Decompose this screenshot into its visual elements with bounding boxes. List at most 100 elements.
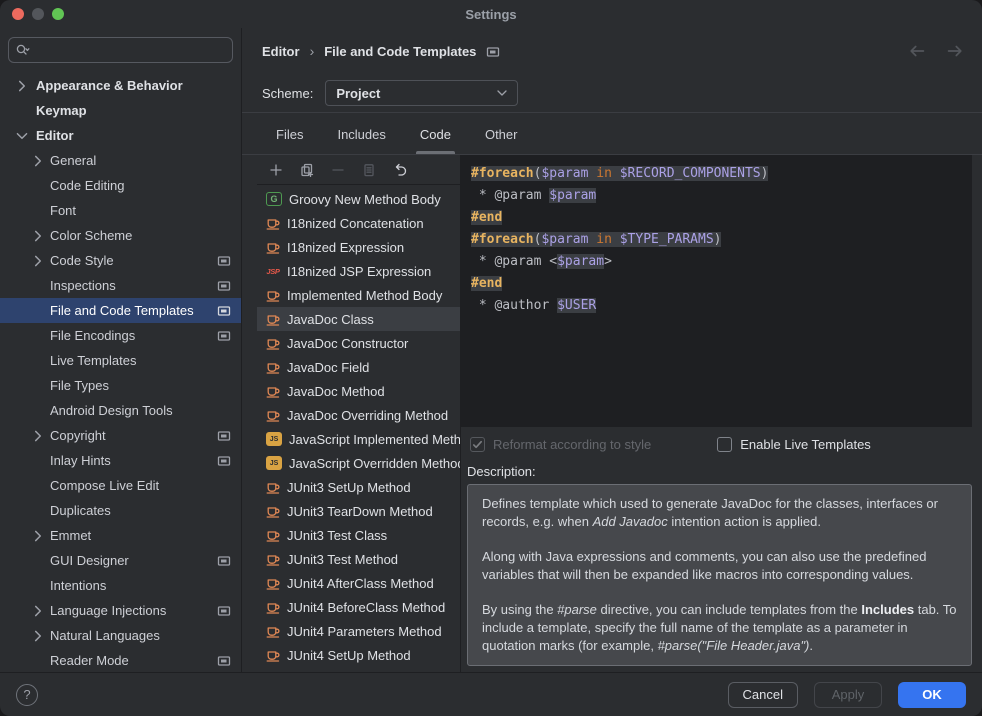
cancel-button[interactable]: Cancel xyxy=(728,682,798,708)
template-item-junit3-teardown-method[interactable]: JUnit3 TearDown Method xyxy=(257,499,460,523)
tab-includes[interactable]: Includes xyxy=(325,127,397,154)
chevron-right-icon[interactable] xyxy=(30,428,46,444)
sidebar-item-inspections[interactable]: Inspections xyxy=(0,273,241,298)
enable-live-templates-label: Enable Live Templates xyxy=(740,437,871,452)
sidebar-item-label: Compose Live Edit xyxy=(50,478,159,493)
sidebar-item-font[interactable]: Font xyxy=(0,198,241,223)
sidebar-item-label: Copyright xyxy=(50,428,106,443)
remove-template-button[interactable] xyxy=(331,163,345,177)
settings-sidebar: Appearance & Behavior KeymapEditorGeneral… xyxy=(0,28,242,672)
sidebar-item-live-templates[interactable]: Live Templates xyxy=(0,348,241,373)
search-input[interactable] xyxy=(32,43,226,58)
template-item-junit4-beforeclass-method[interactable]: JUnit4 BeforeClass Method xyxy=(257,595,460,619)
add-template-button[interactable] xyxy=(269,163,283,177)
template-item-javadoc-method[interactable]: JavaDoc Method xyxy=(257,379,460,403)
chevron-right-icon[interactable] xyxy=(30,253,46,269)
chevron-right-icon[interactable] xyxy=(30,628,46,644)
chevron-right-icon[interactable] xyxy=(14,78,30,94)
tab-code[interactable]: Code xyxy=(408,127,463,154)
sidebar-item-natural-languages[interactable]: Natural Languages xyxy=(0,623,241,648)
minimize-button[interactable] xyxy=(32,8,44,20)
back-button[interactable] xyxy=(908,42,926,60)
template-editor[interactable]: #foreach($param in $RECORD_COMPONENTS) *… xyxy=(461,155,972,427)
tab-other[interactable]: Other xyxy=(473,127,530,154)
sidebar-item-label: Appearance & Behavior xyxy=(36,78,183,93)
javascript-icon: JS xyxy=(266,432,282,446)
sidebar-item-reader-mode[interactable]: Reader Mode xyxy=(0,648,241,672)
sidebar-item-file-and-code-templates[interactable]: File and Code Templates xyxy=(0,298,241,323)
template-item-implemented-method-body[interactable]: Implemented Method Body xyxy=(257,283,460,307)
sidebar-item-file-encodings[interactable]: File Encodings xyxy=(0,323,241,348)
sidebar-item-file-types[interactable]: File Types xyxy=(0,373,241,398)
template-item-javadoc-field[interactable]: JavaDoc Field xyxy=(257,355,460,379)
sidebar-item-language-injections[interactable]: Language Injections xyxy=(0,598,241,623)
ok-button[interactable]: OK xyxy=(898,682,966,708)
sidebar-item-color-scheme[interactable]: Color Scheme xyxy=(0,223,241,248)
template-item-junit4-setup-method[interactable]: JUnit4 SetUp Method xyxy=(257,643,460,667)
template-item-label: JUnit3 Test Method xyxy=(287,552,398,567)
sidebar-item-copyright[interactable]: Copyright xyxy=(0,423,241,448)
template-item-junit3-test-method[interactable]: JUnit3 Test Method xyxy=(257,547,460,571)
enable-live-templates-checkbox[interactable]: Enable Live Templates xyxy=(717,437,871,452)
sidebar-item-general[interactable]: General xyxy=(0,148,241,173)
sidebar-item-appearance-behavior[interactable]: Appearance & Behavior xyxy=(0,73,241,98)
javascript-icon: JS xyxy=(266,456,282,470)
screen-icon xyxy=(217,604,231,618)
sidebar-item-android-design-tools[interactable]: Android Design Tools xyxy=(0,398,241,423)
sidebar-item-editor[interactable]: Editor xyxy=(0,123,241,148)
template-item-label: JUnit3 Test Class xyxy=(287,528,387,543)
scheme-select[interactable]: Project xyxy=(325,80,518,106)
template-item-javadoc-constructor[interactable]: JavaDoc Constructor xyxy=(257,331,460,355)
chevron-down-icon[interactable] xyxy=(14,128,30,144)
sidebar-item-code-editing[interactable]: Code Editing xyxy=(0,173,241,198)
template-item-javadoc-class[interactable]: JavaDoc Class xyxy=(257,307,460,331)
screen-icon xyxy=(217,329,231,343)
description-paragraph: Along with Java expressions and comments… xyxy=(482,548,957,584)
template-item-i18nized-jsp-expression[interactable]: JSPI18nized JSP Expression xyxy=(257,259,460,283)
sidebar-item-keymap[interactable]: Keymap xyxy=(0,98,241,123)
sidebar-item-inlay-hints[interactable]: Inlay Hints xyxy=(0,448,241,473)
chevron-right-icon[interactable] xyxy=(30,228,46,244)
forward-button[interactable] xyxy=(946,42,964,60)
copy-template-button[interactable] xyxy=(362,163,376,177)
chevron-right-icon[interactable] xyxy=(30,153,46,169)
java-class-icon xyxy=(265,311,281,327)
template-item-junit3-setup-method[interactable]: JUnit3 SetUp Method xyxy=(257,475,460,499)
reset-template-button[interactable] xyxy=(393,163,407,177)
chevron-right-icon[interactable] xyxy=(30,603,46,619)
sidebar-item-label: Inlay Hints xyxy=(50,453,111,468)
breadcrumb-editor[interactable]: Editor xyxy=(262,44,300,59)
tab-files[interactable]: Files xyxy=(264,127,315,154)
sidebar-item-gui-designer[interactable]: GUI Designer xyxy=(0,548,241,573)
settings-tree: Appearance & Behavior KeymapEditorGeneral… xyxy=(0,69,241,672)
apply-button[interactable]: Apply xyxy=(814,682,882,708)
screen-icon xyxy=(217,279,231,293)
close-button[interactable] xyxy=(12,8,24,20)
sidebar-item-label: Font xyxy=(50,203,76,218)
help-button[interactable]: ? xyxy=(16,684,38,706)
template-item-groovy-new-method-body[interactable]: GGroovy New Method Body xyxy=(257,187,460,211)
settings-search[interactable] xyxy=(8,37,233,63)
template-item-javadoc-overriding-method[interactable]: JavaDoc Overriding Method xyxy=(257,403,460,427)
zoom-button[interactable] xyxy=(52,8,64,20)
template-item-label: Implemented Method Body xyxy=(287,288,442,303)
chevron-right-icon[interactable] xyxy=(30,528,46,544)
template-item-junit4-parameters-method[interactable]: JUnit4 Parameters Method xyxy=(257,619,460,643)
sidebar-item-emmet[interactable]: Emmet xyxy=(0,523,241,548)
sidebar-item-intentions[interactable]: Intentions xyxy=(0,573,241,598)
sidebar-item-duplicates[interactable]: Duplicates xyxy=(0,498,241,523)
screen-icon xyxy=(217,254,231,268)
template-item-javascript-implemented-method[interactable]: JSJavaScript Implemented Method xyxy=(257,427,460,451)
sidebar-item-compose-live-edit[interactable]: Compose Live Edit xyxy=(0,473,241,498)
template-item-javascript-overridden-method[interactable]: JSJavaScript Overridden Method xyxy=(257,451,460,475)
create-child-template-button[interactable] xyxy=(300,163,314,177)
reformat-checkbox[interactable]: Reformat according to style xyxy=(470,437,651,452)
java-class-icon xyxy=(265,623,281,639)
template-item-i18nized-expression[interactable]: I18nized Expression xyxy=(257,235,460,259)
template-item-junit4-afterclass-method[interactable]: JUnit4 AfterClass Method xyxy=(257,571,460,595)
template-item-label: I18nized JSP Expression xyxy=(287,264,431,279)
template-item-i18nized-concatenation[interactable]: I18nized Concatenation xyxy=(257,211,460,235)
template-item-junit3-test-class[interactable]: JUnit3 Test Class xyxy=(257,523,460,547)
sidebar-item-label: Intentions xyxy=(50,578,106,593)
sidebar-item-code-style[interactable]: Code Style xyxy=(0,248,241,273)
